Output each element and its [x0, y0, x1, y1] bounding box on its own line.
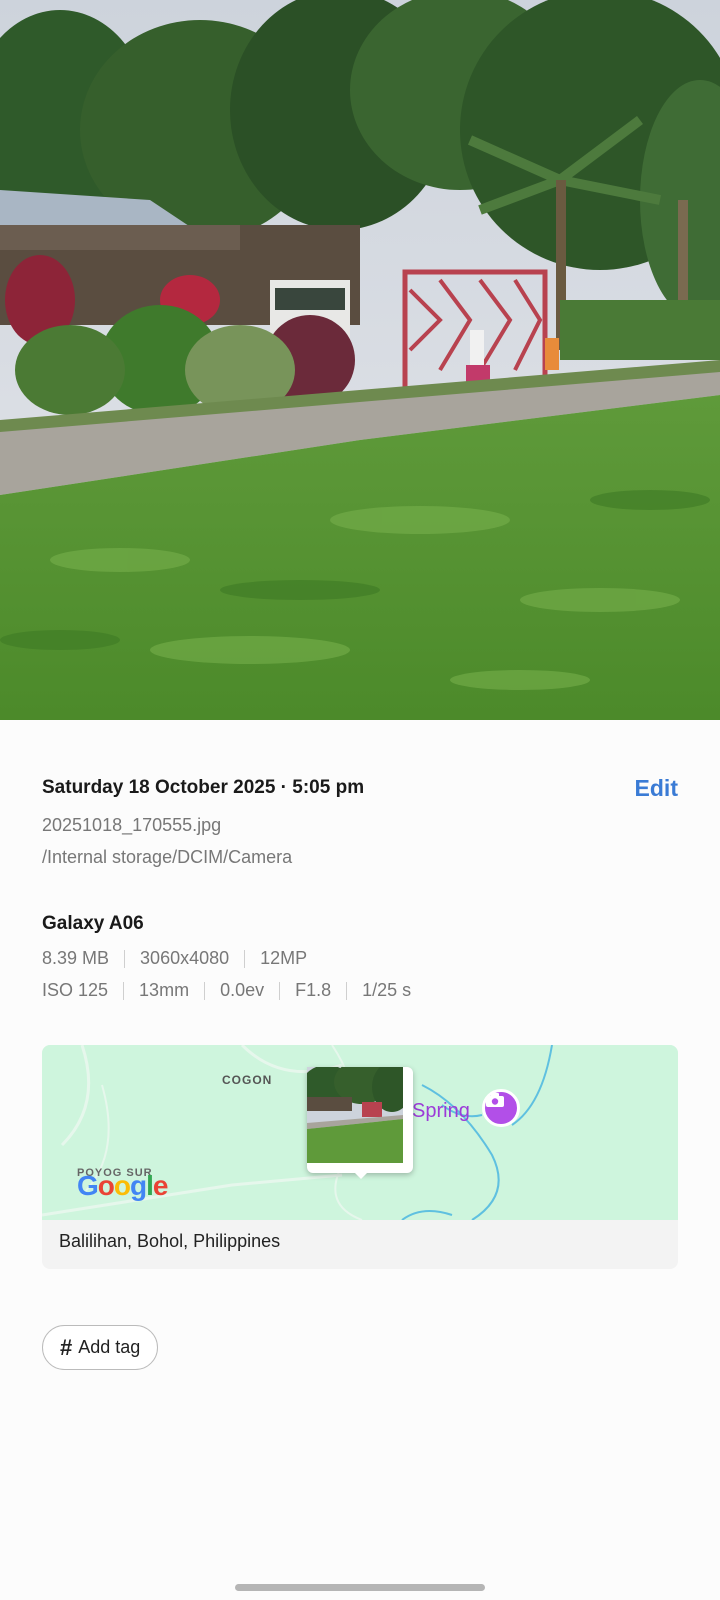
file-name: 20251018_170555.jpg: [42, 815, 222, 835]
google-logo-letter: g: [130, 1170, 147, 1201]
edit-button[interactable]: Edit: [635, 775, 678, 802]
focal-length: 13mm: [139, 980, 190, 1000]
google-logo-letter: G: [77, 1170, 99, 1201]
specs-row-size: 8.39 MB 3060x4080 12MP: [42, 948, 307, 969]
date-time: Saturday 18 October 2025 · 5:05 pm: [42, 777, 365, 798]
location-text: Balilihan, Bohol, Philippines: [59, 1231, 281, 1251]
divider: [244, 949, 246, 968]
camera-pin-icon[interactable]: [482, 1089, 520, 1127]
location-map-card[interactable]: COGON POYOG SUR Google Spring Balilihan,…: [42, 1045, 678, 1269]
photo-preview[interactable]: [0, 0, 720, 720]
megapixels: 12MP: [260, 948, 308, 968]
details-panel: Saturday 18 October 2025 · 5:05 pm Edit …: [0, 720, 720, 1600]
google-logo: Google: [77, 1170, 169, 1202]
google-logo-letter: o: [113, 1170, 131, 1201]
map-area-label: COGON: [222, 1073, 273, 1087]
specs-row-exposure: ISO 125 13mm 0.0ev F1.8 1/25 s: [42, 980, 411, 1001]
hash-icon: #: [60, 1334, 73, 1360]
aperture: F1.8: [295, 980, 332, 1000]
map-view[interactable]: COGON POYOG SUR Google Spring: [42, 1045, 678, 1220]
add-tag-label: Add tag: [78, 1337, 141, 1357]
home-gesture-bar[interactable]: [235, 1584, 485, 1591]
iso: ISO 125: [42, 980, 109, 1000]
thumbnail-pointer: [353, 1171, 369, 1179]
google-logo-letter: o: [97, 1170, 115, 1201]
exposure-value: 0.0ev: [220, 980, 265, 1000]
photo-location-thumbnail[interactable]: [307, 1067, 413, 1173]
file-size: 8.39 MB: [42, 948, 110, 968]
divider: [279, 981, 281, 1000]
date-row: Saturday 18 October 2025 · 5:05 pm Edit: [42, 775, 678, 805]
file-path: /Internal storage/DCIM/Camera: [42, 847, 293, 867]
map-place-label[interactable]: Spring: [412, 1100, 470, 1123]
google-logo-letter: l: [146, 1170, 154, 1201]
divider: [204, 981, 206, 1000]
add-tag-button[interactable]: # Add tag: [42, 1325, 159, 1370]
resolution: 3060x4080: [140, 948, 230, 968]
divider: [124, 949, 126, 968]
shutter-speed: 1/25 s: [362, 980, 412, 1000]
divider: [123, 981, 125, 1000]
device-name: Galaxy A06: [42, 913, 144, 934]
google-logo-letter: e: [152, 1170, 169, 1201]
divider: [346, 981, 348, 1000]
